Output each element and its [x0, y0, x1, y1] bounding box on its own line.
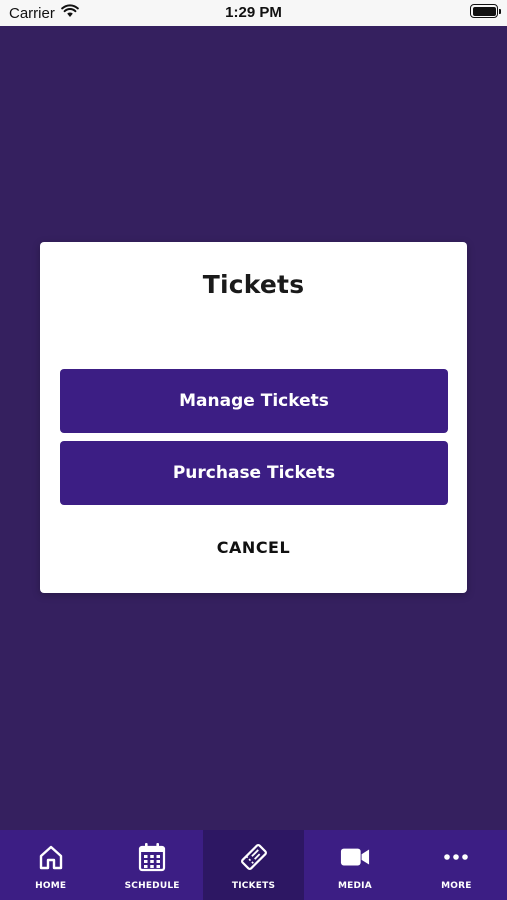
tab-media-label: MEDIA	[337, 881, 372, 891]
dialog-title: Tickets	[202, 270, 305, 299]
tab-tickets[interactable]: TICKETS	[202, 830, 305, 900]
tab-home-label: HOME	[35, 881, 67, 891]
tab-schedule[interactable]: SCHEDULE	[101, 830, 202, 900]
tab-more-label: MORE	[441, 881, 472, 891]
tab-bar: HOME SCHEDULE TICKETS MEDIA MORE	[0, 830, 507, 900]
tab-schedule-label: SCHEDULE	[124, 881, 180, 891]
status-bar: Carrier 1:29 PM	[0, 0, 507, 26]
status-right	[470, 4, 501, 18]
battery-icon	[470, 4, 501, 18]
video-camera-icon	[340, 842, 370, 872]
more-dots-icon	[441, 842, 471, 872]
tab-media[interactable]: MEDIA	[304, 830, 405, 900]
ticket-icon	[239, 842, 269, 872]
purchase-tickets-button[interactable]: Purchase Tickets	[60, 441, 448, 505]
tab-tickets-label: TICKETS	[231, 881, 276, 891]
tickets-dialog: Tickets Manage Tickets Purchase Tickets …	[40, 242, 467, 593]
manage-tickets-button[interactable]: Manage Tickets	[60, 369, 448, 433]
status-time: 1:29 PM	[225, 4, 282, 21]
tab-home[interactable]: HOME	[0, 830, 101, 900]
home-icon	[36, 842, 66, 872]
tab-more[interactable]: MORE	[406, 830, 507, 900]
cancel-button[interactable]: CANCEL	[40, 538, 467, 557]
calendar-icon	[137, 842, 167, 872]
